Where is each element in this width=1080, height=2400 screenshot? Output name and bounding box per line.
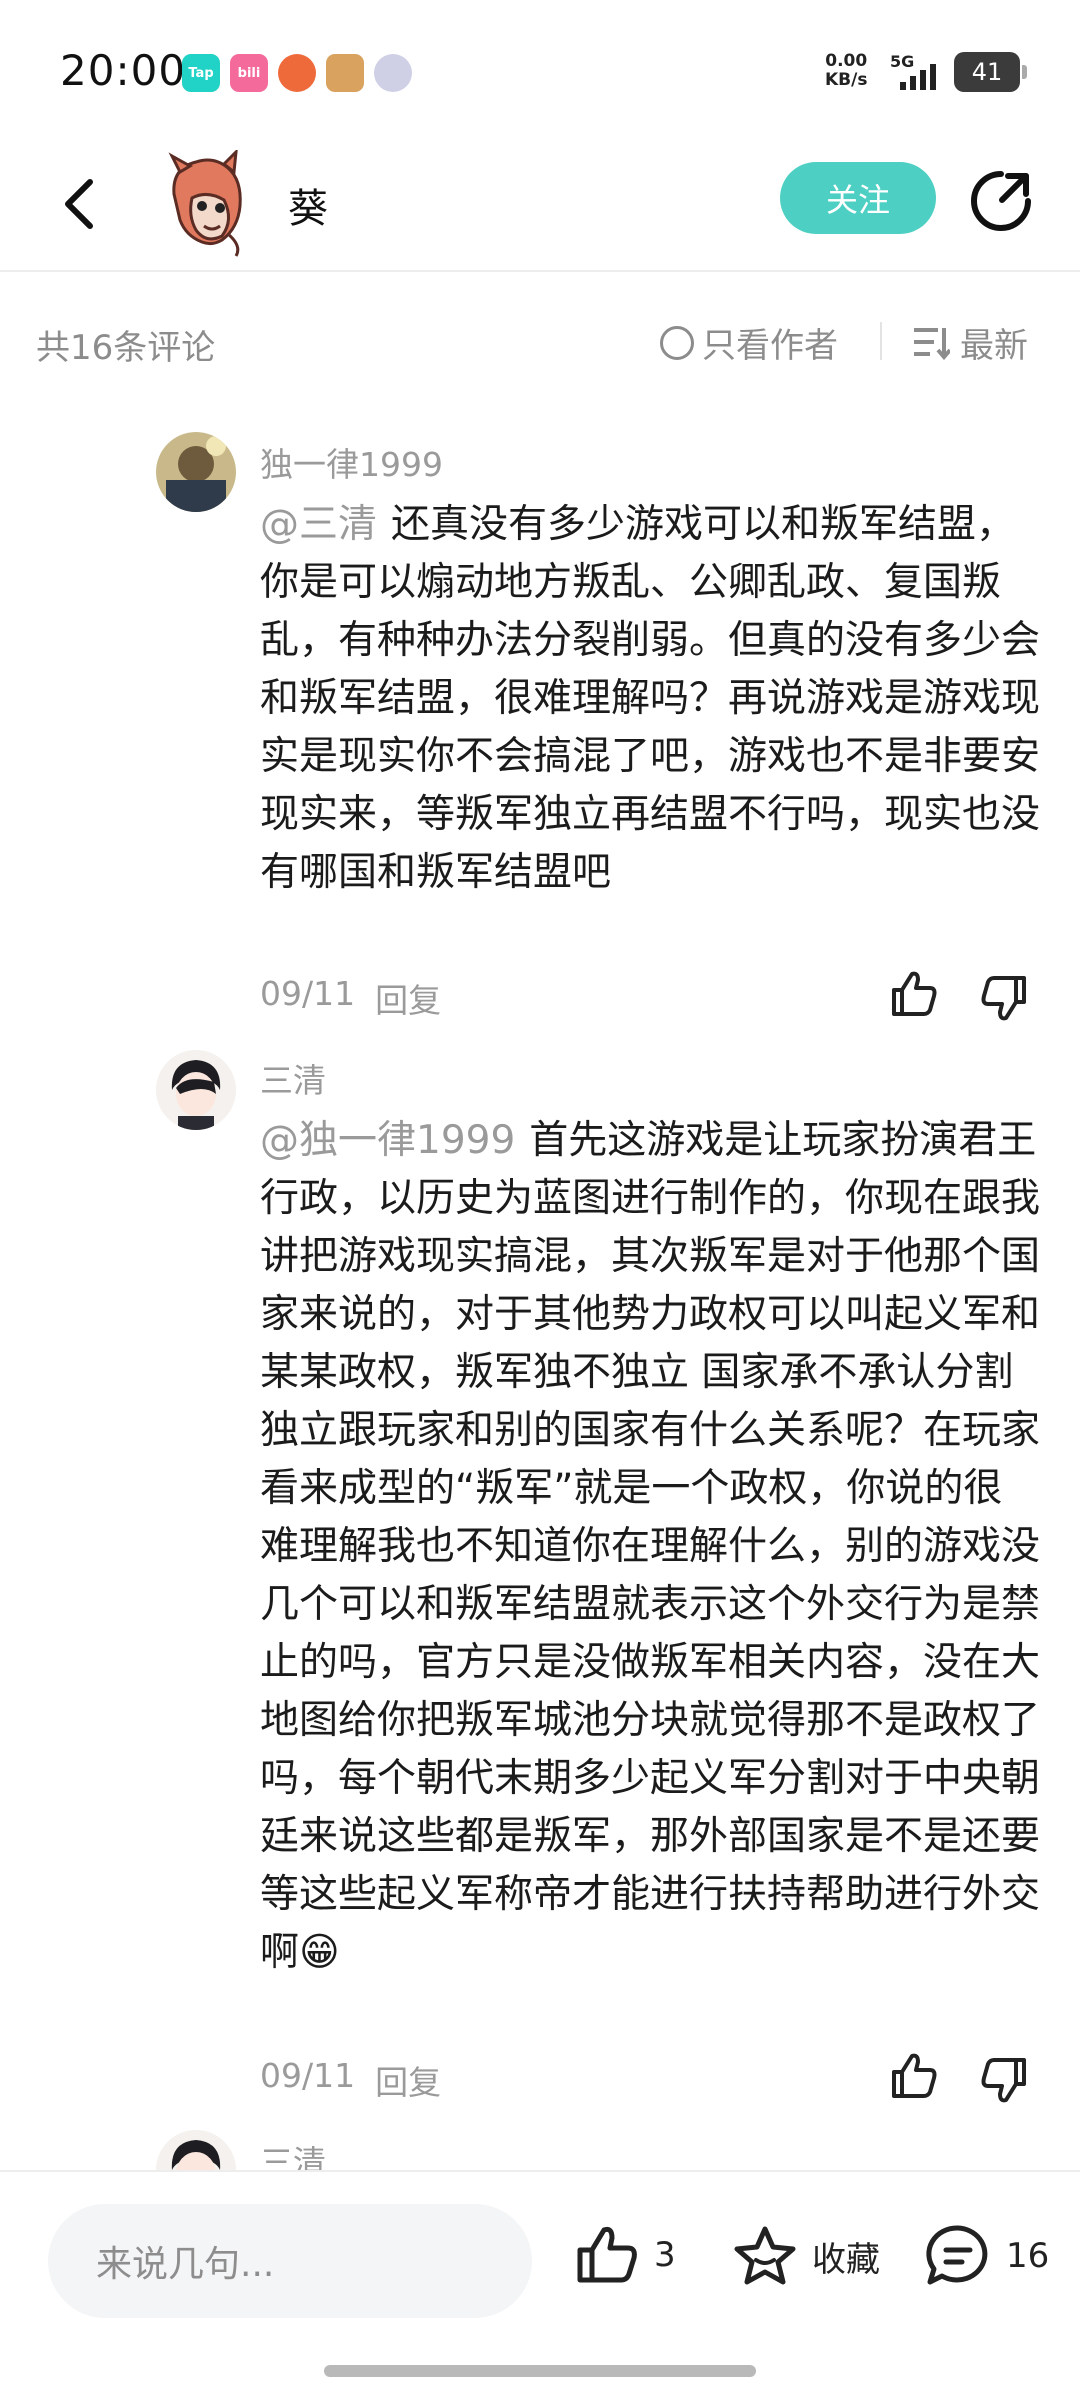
- status-time: 20:00: [60, 46, 187, 95]
- avatar[interactable]: [156, 2130, 236, 2170]
- comment-content: 首先这游戏是让玩家扮演君王行政，以历史为蓝图进行制作的，你现在跟我讲把游戏现实搞…: [260, 1118, 1041, 1975]
- author-name[interactable]: 葵: [288, 176, 328, 234]
- home-indicator[interactable]: [324, 2365, 756, 2377]
- comments-button[interactable]: 16: [924, 2224, 1049, 2288]
- bilibili-app-icon: bili: [230, 54, 268, 92]
- like-button[interactable]: [888, 968, 940, 1020]
- network-speed: 0.00 KB/s: [825, 52, 867, 90]
- comment-date: 09/11: [260, 974, 356, 1013]
- only-author-label: 只看作者: [702, 326, 838, 366]
- user-avatar-boy-icon: [156, 2130, 236, 2170]
- comment-username[interactable]: 独一律1999: [260, 438, 443, 486]
- comment-meta: 09/11 回复: [260, 974, 441, 1022]
- comment-content: 还真没有多少游戏可以和叛军结盟，你是可以煽动地方叛乱、公卿乱政、复国叛乱，有种种…: [260, 502, 1041, 895]
- avatar[interactable]: [156, 432, 236, 512]
- mention-link[interactable]: @独一律1999: [260, 1118, 515, 1163]
- net-speed-unit: KB/s: [825, 70, 868, 90]
- comment-count-label: 共16条评论: [36, 328, 216, 368]
- follow-button[interactable]: 关注: [780, 162, 936, 234]
- status-bar: 20:00 Tap bili 0.00 KB/s 5G 41: [0, 0, 1080, 140]
- cartoon-horse-avatar-icon: [153, 147, 261, 259]
- network-type: 5G: [890, 52, 915, 71]
- thumbs-up-icon: [577, 2226, 637, 2283]
- taptap-app-icon: Tap: [182, 54, 220, 92]
- sort-label: 最新: [960, 326, 1028, 366]
- net-speed-value: 0.00: [825, 51, 868, 71]
- comment-toolbar: 共16条评论 只看作者 最新: [0, 272, 1080, 412]
- like-count: 3: [654, 2235, 676, 2275]
- chevron-left-icon: [65, 179, 93, 229]
- like-post-button[interactable]: 3: [574, 2224, 676, 2286]
- comment-bubble-icon: [926, 2225, 988, 2285]
- user-avatar-illustration-icon: [156, 432, 236, 512]
- user-avatar-boy-icon: [156, 1050, 236, 1130]
- comment-text: @三清 还真没有多少游戏可以和叛军结盟，你是可以煽动地方叛乱、公卿乱政、复国叛乱，…: [260, 496, 1040, 902]
- author-avatar[interactable]: [152, 147, 262, 260]
- back-button[interactable]: [52, 174, 112, 234]
- like-button[interactable]: [888, 2050, 940, 2102]
- dislike-button[interactable]: [978, 2054, 1030, 2106]
- signal-icon: 5G: [890, 52, 946, 92]
- favorite-button[interactable]: 收藏: [732, 2224, 880, 2288]
- hero-game-app-icon: [326, 54, 364, 92]
- reply-button[interactable]: 回复: [375, 974, 441, 1022]
- share-button[interactable]: [968, 168, 1034, 234]
- sort-list-icon: [914, 327, 950, 360]
- status-app-icons: Tap bili: [182, 54, 412, 92]
- thumbs-down-icon: [981, 976, 1026, 1021]
- thumbs-down-icon: [981, 2058, 1026, 2103]
- comment-meta: 09/11 回复: [260, 2056, 441, 2104]
- comment-date: 09/11: [260, 2056, 356, 2095]
- avatar[interactable]: [156, 1050, 236, 1130]
- thumbs-up-icon: [892, 2053, 937, 2098]
- character-app-icon: [374, 54, 412, 92]
- battery-indicator: 41: [954, 52, 1027, 92]
- mention-link[interactable]: @三清: [260, 502, 377, 547]
- comment-input[interactable]: 来说几句...: [48, 2204, 532, 2318]
- comment-count: 16: [1006, 2236, 1050, 2276]
- comment-username[interactable]: 三清: [260, 2136, 326, 2170]
- favorite-label: 收藏: [812, 2239, 880, 2280]
- post-header: 葵 关注: [0, 140, 1080, 272]
- dislike-button[interactable]: [978, 972, 1030, 1024]
- comment-username[interactable]: 三清: [260, 1054, 326, 1102]
- star-icon: [734, 2226, 796, 2285]
- only-author-toggle[interactable]: 只看作者: [660, 318, 838, 367]
- game-app-icon: [278, 54, 316, 92]
- thumbs-up-icon: [892, 971, 937, 1016]
- toolbar-divider: [880, 322, 882, 360]
- comment-item: 三清: [0, 2130, 1080, 2170]
- comment-text: @独一律1999 首先这游戏是让玩家扮演君王行政，以历史为蓝图进行制作的，你现在跟…: [260, 1112, 1040, 1982]
- sort-dropdown[interactable]: 最新: [912, 318, 1028, 367]
- share-arrow-icon: [971, 171, 1031, 231]
- reply-button[interactable]: 回复: [375, 2056, 441, 2104]
- radio-unchecked-icon: [660, 325, 694, 360]
